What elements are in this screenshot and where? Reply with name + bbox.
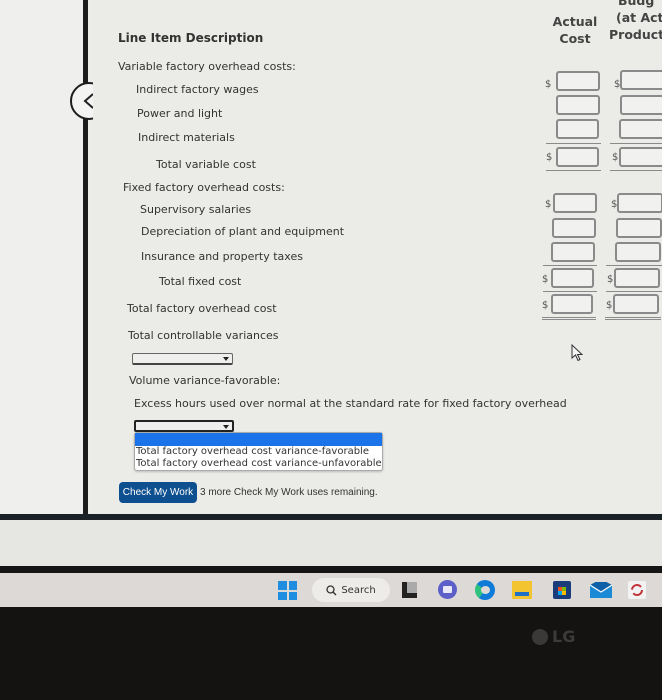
task-view-icon[interactable] [402,582,417,598]
header-actual-cost: Actual Cost [552,13,598,47]
row-label-controllable-variances: Total controllable variances [128,329,279,342]
taskbar: Search [0,573,662,607]
actual-total-overhead-input[interactable] [551,294,593,314]
row-label-power-light: Power and light [137,107,223,120]
subtotal-rule [543,265,597,266]
budget-total-overhead-input[interactable] [613,294,659,314]
row-label-insurance-taxes: Insurance and property taxes [141,250,303,263]
monitor-brand-logo: LG [532,627,575,646]
window-edge [0,566,662,573]
actual-total-variable-input[interactable] [556,147,599,167]
volume-variance-label: Volume variance-favorable: [129,374,281,387]
row-label-total-overhead: Total factory overhead cost [127,302,277,315]
total-rule [610,170,662,171]
header-budget: Budg (at Actu Producti [606,0,662,43]
edge-icon[interactable] [475,580,495,600]
actual-total-fixed-input[interactable] [551,268,594,288]
budget-total-fixed-input[interactable] [614,268,660,288]
monitor-brand-text: LG [552,627,576,646]
row-label-variable-costs: Variable factory overhead costs: [118,60,296,73]
row-label-indirect-wages: Indirect factory wages [136,83,259,96]
dollar-sign: $ [542,300,549,311]
dropdown-option-unfavorable[interactable]: Total factory overhead cost variance-unf… [135,458,382,470]
search-icon [326,584,337,595]
sync-app-icon[interactable] [628,581,646,599]
total-rule [546,170,601,171]
volume-variance-sublabel: Excess hours used over normal at the sta… [134,397,567,410]
total-rule [542,317,596,318]
taskbar-search-button[interactable]: Search [312,578,390,602]
subtotal-rule [610,143,662,144]
actual-indirect-materials-input[interactable] [556,119,599,139]
budget-indirect-wages-input[interactable] [620,70,662,90]
actual-insurance-taxes-input[interactable] [551,242,595,262]
total-double-rule [542,319,596,320]
window-footer-band [0,520,662,566]
search-label: Search [341,584,376,596]
budget-depreciation-input[interactable] [616,218,662,238]
dollar-sign: $ [542,274,549,285]
microsoft-store-icon[interactable] [553,581,571,599]
actual-depreciation-input[interactable] [552,218,596,238]
subtotal-rule [543,291,597,292]
row-label-depreciation: Depreciation of plant and equipment [141,225,345,238]
budget-total-variable-input[interactable] [619,147,662,167]
dollar-sign: $ [545,79,552,90]
total-double-rule [605,319,661,320]
teams-chat-icon[interactable] [438,580,457,599]
check-my-work-button[interactable]: Check My Work [119,482,197,503]
header-budget-line2: (at Actu [616,10,662,25]
budget-supervisory-salaries-input[interactable] [617,193,662,213]
header-actual-line2: Cost [559,31,591,46]
check-uses-remaining: 3 more Check My Work uses remaining. [200,487,378,498]
dollar-sign: $ [612,152,619,163]
header-line-item-description: Line Item Description [118,31,264,45]
controllable-variance-select[interactable] [132,353,233,365]
screen: Line Item Description Actual Cost Budg (… [0,0,662,622]
caret-down-icon [223,357,229,361]
lg-circle-icon [532,628,548,645]
dollar-sign: $ [546,152,553,163]
row-label-supervisory-salaries: Supervisory salaries [140,203,252,216]
actual-indirect-wages-input[interactable] [556,71,600,91]
budget-power-light-input[interactable] [620,95,662,115]
mouse-cursor-icon [571,344,584,362]
total-variance-select[interactable] [134,420,234,432]
monitor-bezel [0,607,662,700]
dropdown-option-favorable[interactable]: Total factory overhead cost variance-fav… [135,446,382,458]
caret-down-icon [223,425,229,429]
dollar-sign: $ [606,300,613,311]
row-label-total-fixed: Total fixed cost [159,275,242,288]
total-variance-dropdown-list: Total factory overhead cost variance-fav… [134,432,383,471]
total-rule [605,317,661,318]
row-label-total-variable: Total variable cost [156,158,256,171]
header-actual-line1: Actual [552,14,598,29]
dollar-sign: $ [545,199,552,210]
dropdown-option-blank[interactable] [135,433,382,446]
actual-power-light-input[interactable] [556,95,600,115]
subtotal-rule [606,291,662,292]
row-label-indirect-materials: Indirect materials [138,131,235,144]
left-panel [0,0,88,515]
mail-icon[interactable] [589,579,613,598]
windows-start-icon[interactable] [278,581,297,600]
budget-indirect-materials-input[interactable] [619,119,662,139]
dollar-sign: $ [607,274,614,285]
row-label-fixed-costs: Fixed factory overhead costs: [123,181,285,194]
subtotal-rule [546,143,601,144]
actual-supervisory-salaries-input[interactable] [553,193,597,213]
file-explorer-icon[interactable] [512,581,532,599]
header-budget-line3: Producti [609,27,662,42]
subtotal-rule [606,265,662,266]
header-budget-line1: Budg [618,0,655,8]
budget-insurance-taxes-input[interactable] [615,242,661,262]
